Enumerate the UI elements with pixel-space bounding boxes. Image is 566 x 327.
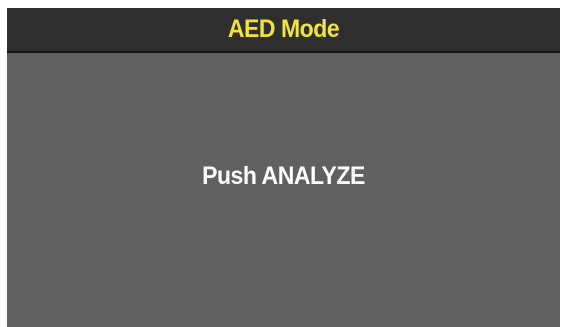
header-bar: AED Mode	[7, 8, 560, 53]
mode-title: AED Mode	[227, 15, 340, 43]
device-screen: AED Mode Push ANALYZE	[7, 8, 560, 327]
main-display-area: Push ANALYZE	[7, 53, 560, 327]
instruction-prompt: Push ANALYZE	[202, 162, 365, 190]
